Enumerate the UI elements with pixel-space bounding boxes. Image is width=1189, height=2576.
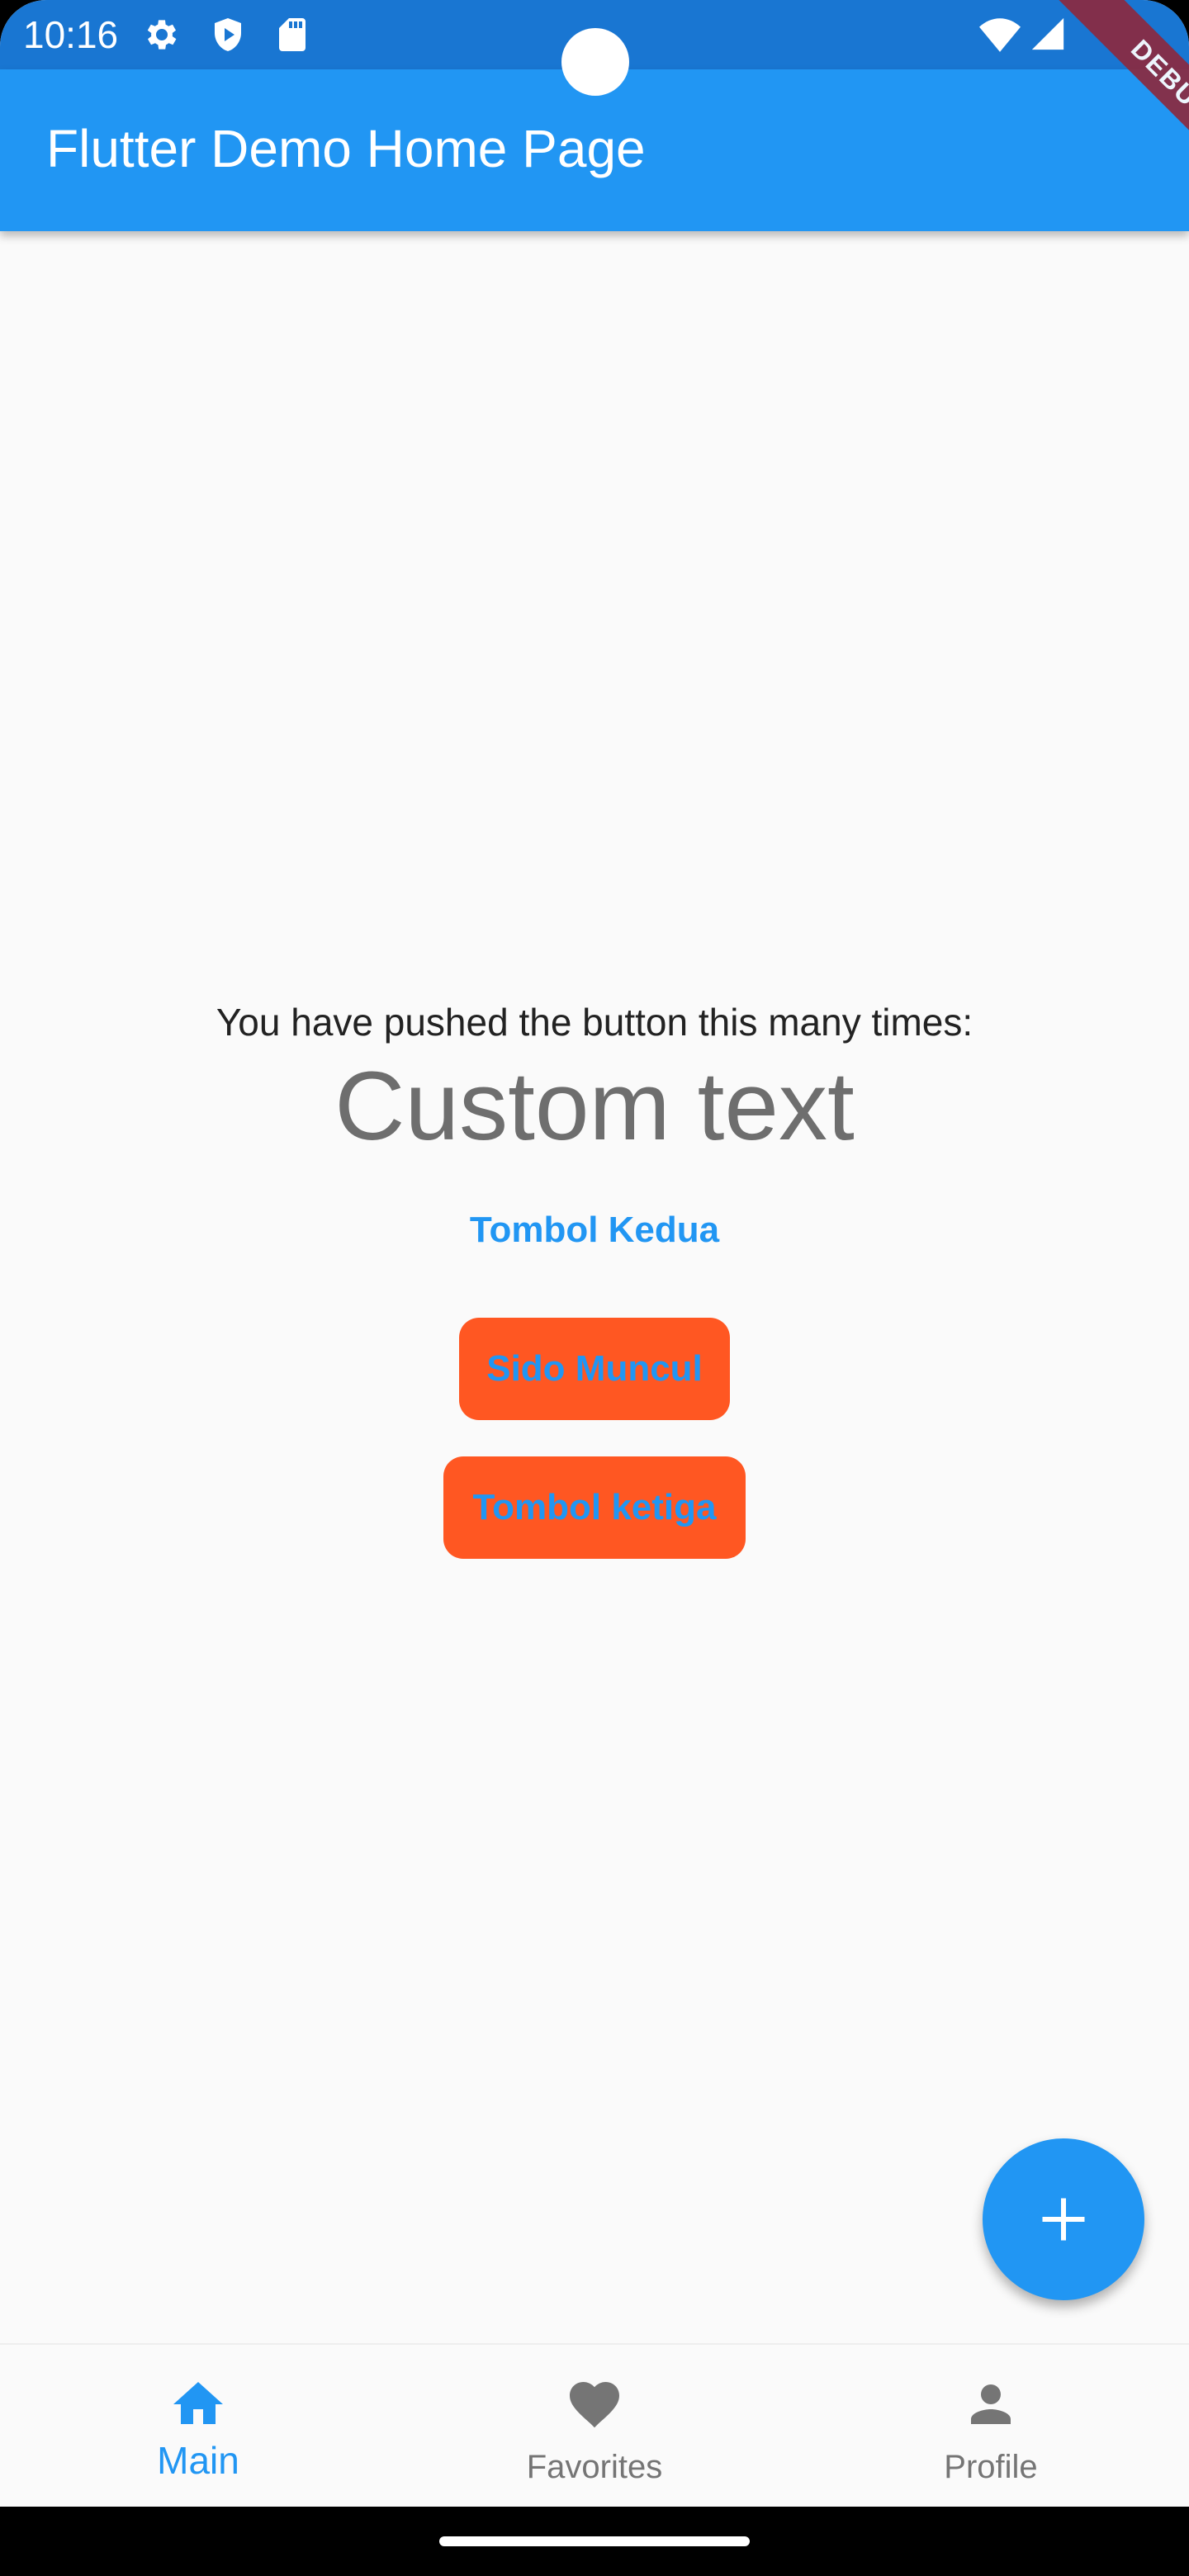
heart-icon (570, 2382, 619, 2428)
signal-icon (1029, 15, 1068, 54)
nav-item-favorites[interactable]: Favorites (396, 2345, 793, 2507)
nav-item-profile[interactable]: Profile (793, 2345, 1189, 2507)
counter-value: Custom text (334, 1052, 855, 1161)
gesture-navigation-bar (0, 2507, 1189, 2576)
home-gesture-handle[interactable] (439, 2536, 750, 2546)
bottom-navigation: Main Favorites Profile (0, 2343, 1189, 2507)
counter-label: You have pushed the button this many tim… (216, 1001, 973, 1044)
add-fab-button[interactable] (983, 2138, 1144, 2300)
status-time: 10:16 (23, 13, 119, 56)
nav-label-main: Main (157, 2439, 239, 2482)
sido-muncul-button[interactable]: Sido Muncul (459, 1318, 730, 1420)
sd-card-icon (272, 15, 312, 54)
wifi-icon (979, 17, 1021, 56)
camera-cutout (561, 28, 629, 96)
nav-label-favorites: Favorites (526, 2449, 663, 2485)
tombol-kedua-button[interactable]: Tombol Kedua (429, 1196, 760, 1265)
app-screen: 10:16 Flutter Demo Home Page DEBUG You h… (0, 0, 1189, 2576)
tombol-ketiga-button[interactable]: Tombol ketiga (443, 1456, 746, 1559)
nav-label-profile: Profile (944, 2449, 1038, 2485)
add-icon (1042, 2198, 1085, 2241)
gear-icon (142, 15, 182, 54)
home-icon (173, 2382, 223, 2424)
person-icon (971, 2384, 1011, 2424)
nav-item-main[interactable]: Main (0, 2345, 396, 2507)
shield-play-icon (208, 15, 248, 54)
page-title: Flutter Demo Home Page (46, 119, 646, 178)
